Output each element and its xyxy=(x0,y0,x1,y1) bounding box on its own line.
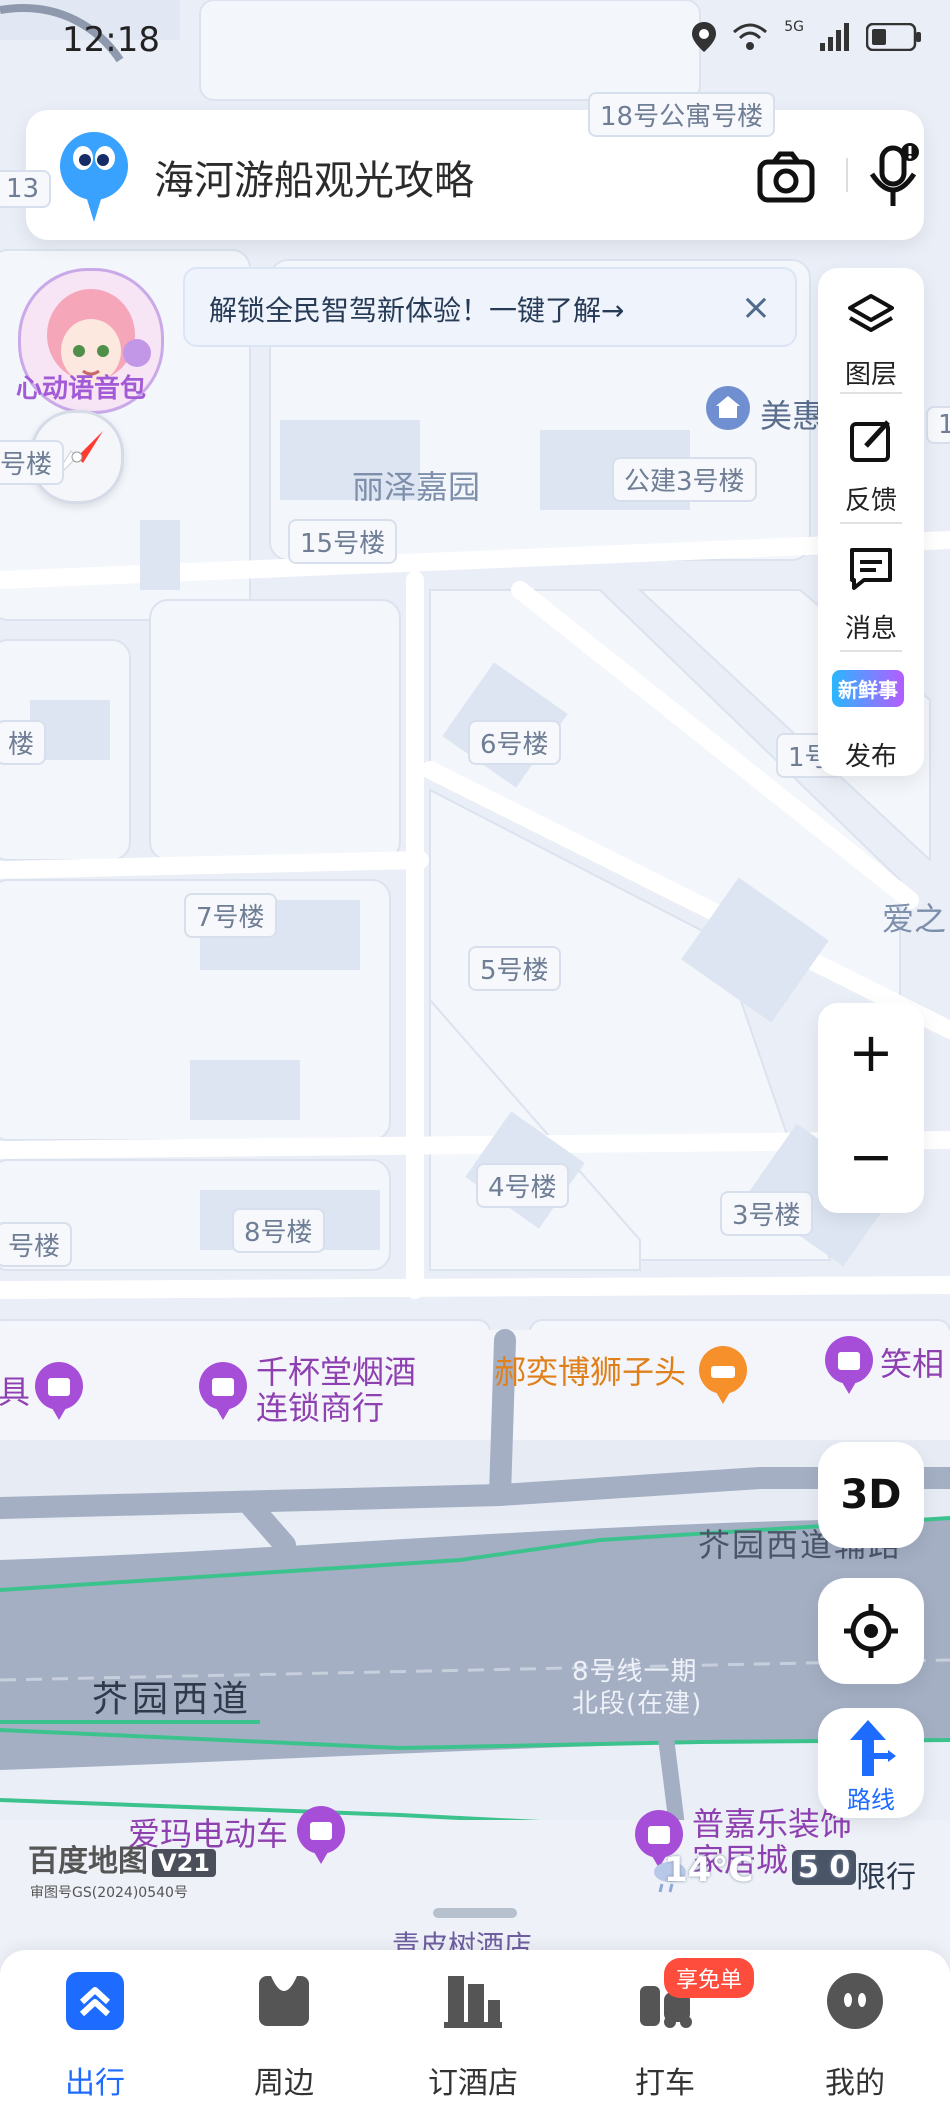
poi-label[interactable]: 千杯堂烟酒 连锁商行 xyxy=(256,1354,416,1426)
map-building-label[interactable]: 4号楼 xyxy=(476,1163,569,1208)
tab-nearby-label: 周边 xyxy=(254,2066,314,2101)
battery-icon xyxy=(866,23,921,51)
hotel-building-icon xyxy=(444,1976,502,2028)
poi-shopping-icon[interactable] xyxy=(824,1336,874,1396)
map-building-label[interactable]: 楼 xyxy=(0,720,47,765)
map-tools-panel: 图层 反馈 消息 新鲜事 发布 xyxy=(818,268,924,776)
map-building-label[interactable]: 18号公寓号楼 xyxy=(588,92,776,137)
route-button[interactable]: 路线 xyxy=(818,1708,924,1818)
route-arrow-icon xyxy=(850,1720,896,1776)
free-ride-badge[interactable]: 享免单 xyxy=(664,1958,755,1998)
poi-restaurant-icon[interactable] xyxy=(698,1346,748,1406)
bottom-sheet-handle[interactable] xyxy=(433,1908,517,1918)
temperature-label[interactable]: 14°C xyxy=(664,1850,753,1890)
road-label[interactable]: 8号线一期 北段(在建) xyxy=(572,1656,702,1720)
poi-label[interactable]: 笑相 xyxy=(880,1346,944,1382)
wifi-icon xyxy=(733,23,768,50)
panel-divider xyxy=(840,522,902,524)
status-icons: 5G xyxy=(692,19,922,52)
nearby-bag-icon xyxy=(259,1976,309,2026)
map-building-label[interactable]: 7号楼 xyxy=(184,893,277,938)
fresh-news-badge: 新鲜事 xyxy=(832,670,904,707)
zoom-out-button[interactable]: − xyxy=(818,1125,924,1188)
messages-label: 消息 xyxy=(844,614,897,644)
tab-nearby[interactable]: 周边 xyxy=(219,1970,349,2101)
voice-pack-label[interactable]: 心动语音包 xyxy=(16,368,146,405)
poi-shopping-icon[interactable] xyxy=(296,1806,346,1866)
zoom-in-button[interactable]: + xyxy=(818,1021,924,1084)
travel-icon xyxy=(66,1972,124,2030)
map-building-label[interactable]: 17 xyxy=(926,406,950,444)
location-icon xyxy=(692,22,717,52)
tab-profile[interactable]: 我的 xyxy=(790,1970,920,2101)
poi-school-icon[interactable] xyxy=(704,386,752,442)
signal-icon xyxy=(820,23,849,51)
map-building-label[interactable]: 13 xyxy=(0,170,52,208)
layers-label: 图层 xyxy=(844,360,897,390)
brand-name: 百度地图 xyxy=(28,1844,148,1879)
messages-button[interactable]: 消息 xyxy=(818,528,924,654)
route-label: 路线 xyxy=(847,1786,895,1814)
baidu-map-logo: 百度地图 V21 xyxy=(28,1836,216,1880)
zoom-control: + − xyxy=(818,1003,924,1213)
panel-divider xyxy=(840,650,902,652)
banner-close-icon[interactable]: × xyxy=(741,287,771,328)
promo-banner-text[interactable]: 解锁全民智驾新体验！一键了解→ xyxy=(209,289,624,329)
map-building-label[interactable]: 6号楼 xyxy=(468,720,561,765)
assistant-mascot-icon[interactable] xyxy=(56,126,132,226)
bottom-navigation: 出行 周边 订酒店 打车 我的 xyxy=(0,1950,950,2111)
map-area-label[interactable]: 爱之 xyxy=(882,894,946,940)
map-building-label[interactable]: 3号楼 xyxy=(720,1191,813,1236)
feedback-button[interactable]: 反馈 xyxy=(818,400,924,526)
traffic-limit-label[interactable]: 限行 xyxy=(856,1852,916,1896)
map-area-label[interactable]: 丽泽嘉园 xyxy=(352,462,480,508)
poi-label[interactable]: 具 xyxy=(0,1374,30,1410)
map-building-label[interactable]: 8号楼 xyxy=(232,1208,325,1253)
tab-travel-label: 出行 xyxy=(65,2066,125,2101)
publish-button[interactable]: 新鲜事 发布 xyxy=(818,656,924,782)
layers-icon xyxy=(848,294,894,332)
tab-profile-label: 我的 xyxy=(825,2066,885,2101)
map-building-label[interactable]: 5号楼 xyxy=(468,946,561,991)
poi-label[interactable]: 美惠 xyxy=(760,398,824,434)
road-label[interactable]: 芥园西道 xyxy=(92,1670,252,1722)
poi-shopping-icon[interactable] xyxy=(198,1362,248,1422)
search-input[interactable]: 海河游船观光攻略 xyxy=(154,148,474,206)
edit-feedback-icon xyxy=(850,420,890,462)
traffic-limit-number[interactable]: 5 0 xyxy=(792,1850,857,1885)
map-building-label[interactable]: 15号楼 xyxy=(288,519,398,564)
map-building-label[interactable]: 号楼 xyxy=(0,1222,73,1267)
map-building-label[interactable]: 号楼 xyxy=(0,440,65,485)
layers-button[interactable]: 图层 xyxy=(818,274,924,400)
camera-icon[interactable] xyxy=(756,148,816,208)
tab-taxi-label: 打车 xyxy=(635,2066,695,2101)
status-bar: 12:18 5G xyxy=(0,0,950,80)
limit-number: 5 0 xyxy=(792,1850,857,1885)
publish-label: 发布 xyxy=(844,742,897,772)
promo-banner[interactable]: 解锁全民智驾新体验！一键了解→ × xyxy=(183,267,797,347)
version-badge: V21 xyxy=(152,1849,216,1877)
status-time: 12:18 xyxy=(62,20,160,60)
message-icon xyxy=(850,548,892,590)
map-approval-number: 审图号GS(2024)0540号 xyxy=(30,1885,188,1901)
search-bar[interactable]: 海河游船观光攻略 xyxy=(26,110,924,240)
poi-label[interactable]: 郝奕博狮子头 xyxy=(494,1354,686,1390)
search-divider xyxy=(846,158,848,192)
profile-avatar-icon xyxy=(827,1973,883,2029)
map-building-label[interactable]: 公建3号楼 xyxy=(612,457,757,502)
tab-hotel[interactable]: 订酒店 xyxy=(408,1970,538,2101)
toggle-3d-button[interactable]: 3D xyxy=(818,1442,924,1548)
tab-hotel-label: 订酒店 xyxy=(428,2066,518,2101)
poi-shopping-icon[interactable] xyxy=(34,1362,84,1422)
tab-travel[interactable]: 出行 xyxy=(30,1970,160,2101)
feedback-label: 反馈 xyxy=(844,486,897,516)
network-label: 5G xyxy=(784,19,804,35)
crosshair-icon xyxy=(844,1604,898,1658)
locate-me-button[interactable] xyxy=(818,1578,924,1684)
panel-divider xyxy=(840,392,902,394)
microphone-icon[interactable] xyxy=(864,142,924,210)
